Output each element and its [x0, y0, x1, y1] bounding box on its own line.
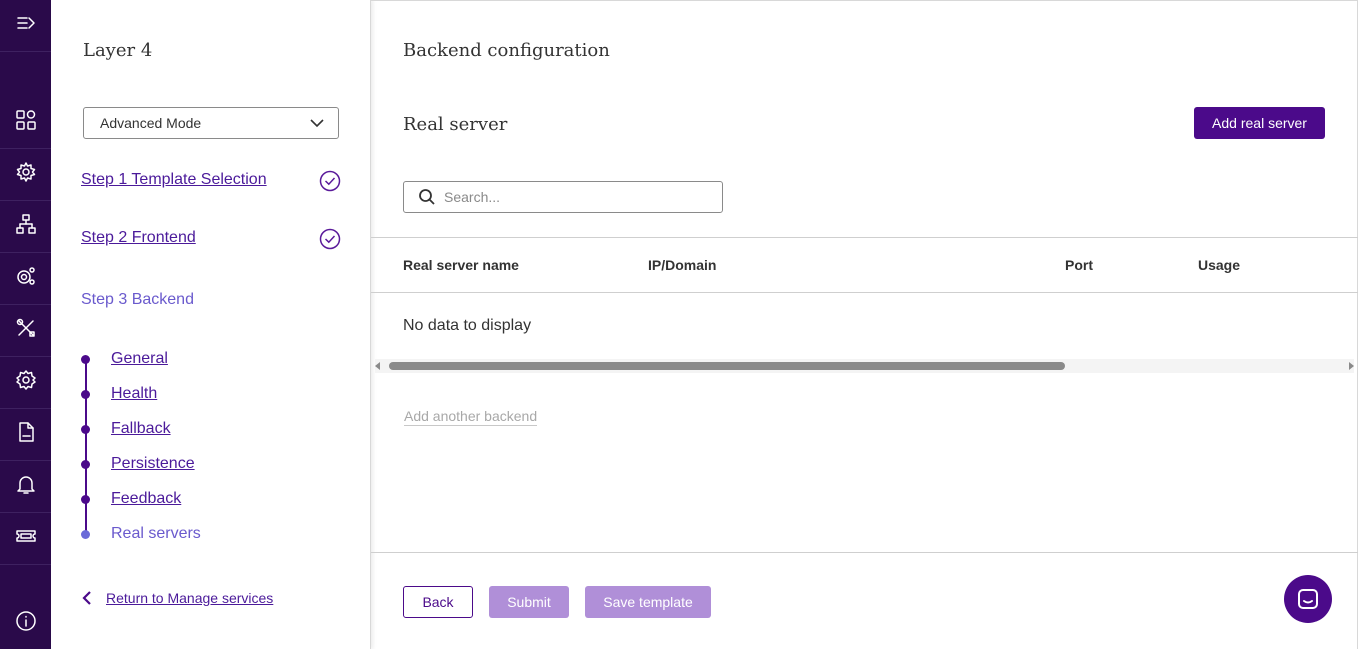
search-box[interactable] — [403, 181, 723, 213]
search-input[interactable] — [444, 189, 704, 205]
rail-item-settings[interactable] — [0, 357, 51, 409]
rail-item-tickets[interactable] — [0, 513, 51, 565]
info-icon — [15, 610, 37, 637]
log-file-icon — [15, 421, 37, 448]
return-label[interactable]: Return to Manage services — [106, 590, 273, 606]
app-root: Layer 4 Advanced Mode Step 1 Template Se… — [0, 0, 1358, 649]
return-to-manage-services-link[interactable]: Return to Manage services — [81, 590, 273, 606]
add-real-server-button[interactable]: Add real server — [1194, 107, 1325, 139]
column-header-port[interactable]: Port — [1065, 257, 1093, 273]
sub-step-health[interactable]: Health — [81, 384, 157, 404]
step-2-link[interactable]: Step 2 Frontend — [81, 229, 196, 247]
dashboard-grid-icon — [15, 109, 37, 136]
rail-item-info[interactable] — [0, 597, 51, 649]
expand-menu-button[interactable] — [0, 0, 51, 52]
ticket-icon — [15, 525, 37, 552]
sub-step-dot — [81, 424, 90, 434]
step-1-complete-check-icon — [319, 170, 341, 192]
submit-button[interactable]: Submit — [489, 586, 569, 618]
rail-item-notifications[interactable] — [0, 461, 51, 513]
step-1-link[interactable]: Step 1 Template Selection — [81, 171, 267, 189]
sub-step-persistence[interactable]: Persistence — [81, 454, 195, 474]
footer-actions: Back Submit Save template — [371, 552, 1358, 649]
page-title: Backend configuration — [403, 40, 610, 61]
sub-step-label[interactable]: Fallback — [111, 420, 171, 438]
sub-step-dot — [81, 354, 90, 364]
expand-menu-icon — [15, 12, 37, 39]
rail-item-network[interactable] — [0, 201, 51, 253]
sub-step-label[interactable]: Persistence — [111, 455, 195, 473]
sub-step-label[interactable]: General — [111, 350, 168, 368]
services-gear-icon — [15, 161, 37, 188]
chevron-down-icon — [310, 119, 324, 128]
rail-item-logs[interactable] — [0, 409, 51, 461]
chat-icon — [1298, 589, 1318, 609]
column-header-ip-domain[interactable]: IP/Domain — [648, 257, 716, 273]
chevron-left-icon — [82, 591, 91, 605]
horizontal-scrollbar[interactable] — [375, 359, 1354, 373]
column-header-usage[interactable]: Usage — [1198, 257, 1240, 273]
panel-title: Layer 4 — [83, 40, 153, 61]
settings-icon — [15, 369, 37, 396]
bell-icon — [15, 473, 37, 500]
sub-step-label-current: Real servers — [111, 525, 201, 542]
step-3-current: Step 3 Backend — [81, 291, 194, 308]
tools-icon — [15, 317, 37, 344]
network-topology-icon — [15, 213, 37, 240]
mode-select[interactable]: Advanced Mode — [83, 107, 339, 139]
save-template-button[interactable]: Save template — [585, 586, 711, 618]
step-2-complete-check-icon — [319, 228, 341, 250]
sub-step-label[interactable]: Health — [111, 385, 157, 403]
scroll-left-arrow-icon[interactable] — [375, 362, 380, 370]
sub-step-dot — [81, 389, 90, 399]
chat-support-button[interactable] — [1284, 575, 1332, 623]
top-divider — [371, 0, 1358, 1]
scrollbar-thumb[interactable] — [389, 362, 1065, 370]
wizard-step-panel: Layer 4 Advanced Mode Step 1 Template Se… — [51, 0, 371, 649]
sub-step-dot — [81, 494, 90, 504]
left-rail — [0, 0, 51, 649]
search-icon — [419, 189, 435, 205]
rail-item-services[interactable] — [0, 149, 51, 201]
scroll-right-arrow-icon[interactable] — [1349, 362, 1354, 370]
multi-gear-icon — [15, 265, 37, 292]
sub-step-real-servers: Real servers — [81, 524, 201, 544]
sub-step-label[interactable]: Feedback — [111, 490, 181, 508]
section-title: Real server — [403, 114, 508, 135]
empty-table-message: No data to display — [403, 317, 532, 334]
back-button[interactable]: Back — [403, 586, 473, 618]
sub-step-dot — [81, 459, 90, 469]
add-another-backend-link[interactable]: Add another backend — [404, 408, 538, 426]
sub-step-dot-current — [81, 529, 90, 539]
main-content: Backend configuration Real server Add re… — [371, 0, 1358, 649]
rail-item-dashboard[interactable] — [0, 97, 51, 149]
sub-step-feedback[interactable]: Feedback — [81, 489, 181, 509]
mode-select-value: Advanced Mode — [100, 115, 202, 131]
sub-step-general[interactable]: General — [81, 349, 168, 369]
sub-step-fallback[interactable]: Fallback — [81, 419, 171, 439]
rail-item-configuration[interactable] — [0, 253, 51, 305]
column-header-real-server-name[interactable]: Real server name — [403, 257, 519, 273]
rail-item-tools[interactable] — [0, 305, 51, 357]
table-header: Real server name IP/Domain Port Usage — [371, 237, 1358, 293]
